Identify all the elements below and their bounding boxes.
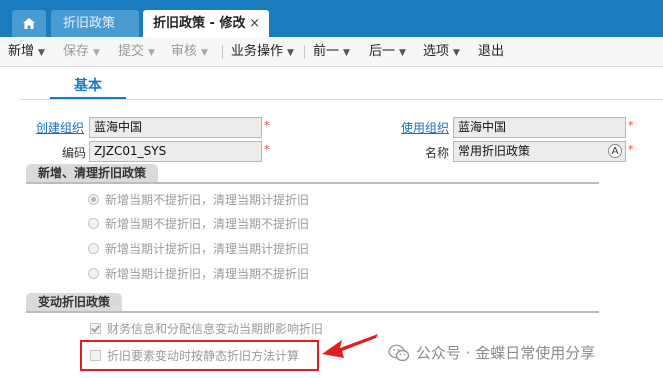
name-field[interactable]: 常用折旧政策 A	[453, 141, 626, 162]
radio-button[interactable]	[88, 194, 99, 205]
watermark: 公众号 · 金蝶日常使用分享	[388, 342, 595, 363]
create-org-field[interactable]: 蓝海中国	[89, 117, 262, 138]
tab-depreciation-policy[interactable]: 折旧政策	[51, 10, 139, 37]
audit-button[interactable]: 审核 ▼	[171, 38, 208, 66]
name-label: 名称	[425, 146, 450, 160]
checkbox-label: 财务信息和分配信息变动当期即影响折旧	[107, 322, 324, 336]
required-mark: *	[264, 143, 270, 156]
radio-button[interactable]	[88, 218, 99, 229]
watermark-text: 公众号 · 金蝶日常使用分享	[416, 344, 596, 362]
save-button[interactable]: 保存 ▼	[63, 38, 100, 66]
required-mark: *	[628, 119, 634, 132]
radio-button[interactable]	[88, 243, 99, 254]
tab-basic[interactable]: 基本	[50, 74, 126, 100]
submit-button[interactable]: 提交 ▼	[118, 38, 155, 66]
chevron-down-icon: ▼	[399, 48, 406, 58]
tab-bar: 折旧政策 折旧政策 - 修改 ×	[0, 0, 663, 38]
save-label: 保存	[63, 44, 90, 59]
required-mark: *	[628, 143, 634, 156]
wechat-icon	[388, 344, 410, 361]
prev-label: 前一	[313, 44, 340, 59]
highlight-box	[80, 340, 319, 371]
business-operation-button[interactable]: 业务操作 ▼	[231, 38, 294, 66]
radio-label: 新增当期计提折旧，清理当期计提折旧	[105, 242, 310, 256]
radio-option[interactable]: 新增当期不提折旧，清理当期计提折旧	[88, 191, 309, 208]
radio-label: 新增当期计提折旧，清理当期不提折旧	[105, 267, 310, 281]
add-button[interactable]: 新增 ▼	[8, 38, 45, 66]
toolbar-divider	[304, 45, 305, 59]
name-value: 常用折旧政策	[458, 144, 531, 158]
arrow-icon	[322, 334, 378, 358]
code-field[interactable]: ZJZC01_SYS	[89, 141, 262, 162]
submit-label: 提交	[118, 44, 145, 59]
chevron-down-icon: ▼	[38, 48, 45, 58]
next-label: 后一	[369, 44, 396, 59]
options-button[interactable]: 选项 ▼	[423, 38, 460, 66]
radio-label: 新增当期不提折旧，清理当期不提折旧	[105, 217, 310, 231]
options-label: 选项	[423, 44, 450, 59]
radio-option[interactable]: 新增当期计提折旧，清理当期计提折旧	[88, 240, 309, 257]
tab-depreciation-policy-edit[interactable]: 折旧政策 - 修改 ×	[143, 10, 269, 38]
checkbox[interactable]	[90, 323, 101, 334]
tab-active-label: 折旧政策 - 修改	[153, 16, 246, 31]
checkbox-financial-change[interactable]: 财务信息和分配信息变动当期即影响折旧	[90, 320, 323, 337]
next-button[interactable]: 后一 ▼	[369, 38, 406, 66]
chevron-down-icon: ▼	[453, 48, 460, 58]
audit-label: 审核	[171, 44, 198, 59]
home-icon	[23, 18, 35, 29]
radio-label: 新增当期不提折旧，清理当期计提折旧	[105, 193, 310, 207]
toolbar: 新增 ▼ 保存 ▼ 提交 ▼ 审核 ▼ 业务操作 ▼ 前一 ▼ 后一 ▼ 选项 ▼ 退出	[0, 38, 663, 67]
business-label: 业务操作	[231, 44, 284, 59]
chevron-down-icon: ▼	[343, 48, 350, 58]
section-divider	[20, 99, 663, 100]
create-org-label[interactable]: 创建组织	[36, 119, 84, 136]
use-org-label[interactable]: 使用组织	[401, 119, 449, 136]
group-divider	[26, 311, 599, 313]
add-label: 新增	[8, 44, 35, 59]
group-header-add-clear-policy: 新增、清理折旧政策	[26, 164, 159, 182]
prev-button[interactable]: 前一 ▼	[313, 38, 350, 66]
chevron-down-icon: ▼	[287, 48, 294, 58]
toolbar-divider	[222, 45, 223, 59]
exit-button[interactable]: 退出	[478, 38, 504, 66]
required-mark: *	[264, 119, 270, 132]
group-divider	[26, 182, 599, 184]
exit-label: 退出	[478, 44, 505, 59]
use-org-field[interactable]: 蓝海中国	[453, 117, 626, 138]
tab-home[interactable]	[12, 10, 46, 37]
radio-button[interactable]	[88, 268, 99, 279]
chevron-down-icon: ▼	[148, 48, 155, 58]
multilanguage-icon[interactable]: A	[608, 144, 622, 158]
code-label: 编码	[62, 146, 87, 160]
group-header-change-policy: 变动折旧政策	[26, 293, 123, 311]
radio-option[interactable]: 新增当期不提折旧，清理当期不提折旧	[88, 215, 309, 232]
chevron-down-icon: ▼	[201, 48, 208, 58]
chevron-down-icon: ▼	[93, 48, 100, 58]
radio-option[interactable]: 新增当期计提折旧，清理当期不提折旧	[88, 265, 309, 282]
close-icon[interactable]: ×	[249, 10, 260, 38]
